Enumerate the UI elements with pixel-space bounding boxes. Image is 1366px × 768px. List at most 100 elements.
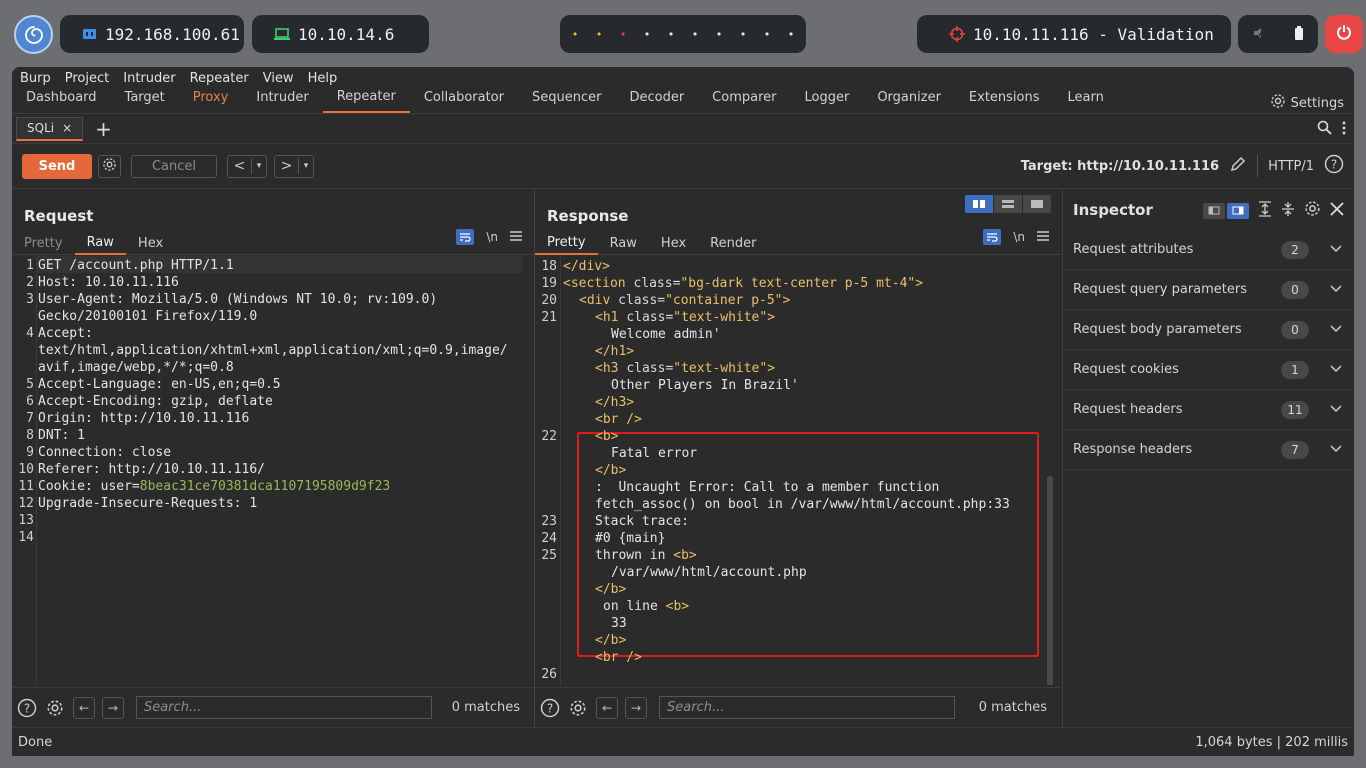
tab-organizer[interactable]: Organizer: [863, 88, 955, 113]
help-icon[interactable]: ?: [539, 697, 561, 719]
workspace-dot[interactable]: •: [659, 28, 683, 41]
previous-match-arrow-icon[interactable]: ←: [73, 696, 95, 719]
tab-dashboard[interactable]: Dashboard: [12, 88, 111, 113]
expand-all-icon[interactable]: [1258, 200, 1272, 221]
chevron-down-icon[interactable]: [1330, 402, 1342, 417]
menu-repeater[interactable]: Repeater: [190, 71, 249, 86]
previous-request-button[interactable]: < ▾: [227, 154, 267, 178]
tab-collaborator[interactable]: Collaborator: [410, 88, 518, 113]
workspace-switcher[interactable]: • • • • • • • • • •: [560, 15, 806, 53]
workspace-dot[interactable]: •: [611, 28, 635, 41]
next-request-button[interactable]: > ▾: [274, 154, 314, 178]
tab-decoder[interactable]: Decoder: [615, 88, 698, 113]
request-tab-pretty[interactable]: Pretty: [12, 232, 75, 255]
tab-logger[interactable]: Logger: [791, 88, 864, 113]
search-icon[interactable]: [1317, 120, 1332, 139]
collapse-all-icon[interactable]: [1281, 201, 1295, 221]
hamburger-menu-icon[interactable]: [510, 230, 522, 245]
workspace-dot[interactable]: •: [563, 28, 587, 41]
tab-extensions[interactable]: Extensions: [955, 88, 1054, 113]
tab-learn[interactable]: Learn: [1054, 88, 1118, 113]
tab-intruder[interactable]: Intruder: [242, 88, 322, 113]
gear-icon[interactable]: [44, 697, 66, 719]
response-search-input[interactable]: [659, 696, 955, 719]
chevron-down-icon[interactable]: [1330, 442, 1342, 457]
workspace-dot[interactable]: •: [731, 28, 755, 41]
menu-burp[interactable]: Burp: [20, 71, 51, 86]
os-menu-icon[interactable]: [14, 15, 53, 54]
chevron-down-icon[interactable]: [1330, 362, 1342, 377]
repeater-tab-sqli[interactable]: SQLi ×: [16, 116, 84, 141]
edit-target-icon[interactable]: [1229, 155, 1247, 177]
tab-target[interactable]: Target: [111, 88, 179, 113]
inspector-section[interactable]: Request attributes 2: [1063, 230, 1354, 270]
code-token: Upgrade-Insecure-Requests:: [38, 496, 250, 511]
close-icon[interactable]: [1330, 201, 1344, 220]
close-icon[interactable]: ×: [62, 121, 72, 135]
add-tab-button[interactable]: +: [95, 117, 112, 141]
workspace-dot[interactable]: •: [587, 28, 611, 41]
tab-proxy[interactable]: Proxy: [179, 88, 243, 113]
response-tab-hex[interactable]: Hex: [649, 232, 698, 255]
tab-repeater[interactable]: Repeater: [322, 88, 410, 113]
response-tab-pretty[interactable]: Pretty: [535, 232, 598, 255]
battery-icon[interactable]: [1294, 25, 1304, 44]
show-newlines-toggle[interactable]: \n: [486, 230, 498, 244]
menu-view[interactable]: View: [263, 71, 294, 86]
single-pane-icon[interactable]: [1023, 195, 1051, 213]
code-token: on line: [603, 599, 666, 614]
workspace-dot[interactable]: •: [683, 28, 707, 41]
send-button[interactable]: Send: [22, 153, 92, 179]
workspace-dot[interactable]: •: [779, 28, 803, 41]
previous-match-arrow-icon[interactable]: ←: [596, 696, 618, 719]
help-icon[interactable]: ?: [1324, 154, 1344, 178]
inspector-layout-icon[interactable]: [1227, 202, 1249, 219]
settings-button[interactable]: Settings: [1270, 93, 1344, 113]
hamburger-menu-icon[interactable]: [1037, 230, 1049, 245]
workspace-dot[interactable]: •: [707, 28, 731, 41]
split-vertical-icon[interactable]: [994, 195, 1022, 213]
volume-muted-icon[interactable]: [1252, 25, 1266, 44]
response-editor[interactable]: 1718</div>19<section class="bg-dark text…: [535, 256, 1061, 685]
split-horizontal-icon[interactable]: [965, 195, 993, 213]
chevron-down-icon[interactable]: ▾: [299, 161, 313, 171]
request-editor[interactable]: 1 GET /account.php HTTP/1.1 2 Host: 10.10.1…: [12, 256, 534, 685]
code-token: </h3>: [595, 395, 635, 410]
inspector-section[interactable]: Request body parameters 0: [1063, 310, 1354, 350]
inspector-section[interactable]: Request cookies 1: [1063, 350, 1354, 390]
request-tab-raw[interactable]: Raw: [74, 232, 126, 255]
menu-help[interactable]: Help: [308, 71, 338, 86]
response-tab-render[interactable]: Render: [698, 232, 768, 255]
power-button[interactable]: [1325, 15, 1363, 53]
help-icon[interactable]: ?: [16, 697, 38, 719]
workspace-dot[interactable]: •: [635, 28, 659, 41]
inspector-section[interactable]: Request headers 11: [1063, 390, 1354, 430]
kebab-menu-icon[interactable]: [1342, 121, 1346, 139]
chevron-down-icon[interactable]: [1330, 322, 1342, 337]
inspector-section[interactable]: Request query parameters 0: [1063, 270, 1354, 310]
http-version-label[interactable]: HTTP/1: [1268, 159, 1314, 174]
gear-icon[interactable]: [1304, 200, 1321, 221]
workspace-dot[interactable]: •: [755, 28, 779, 41]
inspector-layout-icon[interactable]: [1203, 202, 1225, 219]
chevron-down-icon[interactable]: [1330, 282, 1342, 297]
tab-comparer[interactable]: Comparer: [698, 88, 790, 113]
request-settings-button[interactable]: [98, 154, 121, 178]
request-tab-hex[interactable]: Hex: [126, 232, 175, 255]
chevron-down-icon[interactable]: ▾: [252, 161, 266, 171]
inspector-section[interactable]: Response headers 7: [1063, 430, 1354, 470]
gear-icon[interactable]: [567, 697, 589, 719]
wrap-lines-icon[interactable]: [456, 229, 475, 245]
wrap-lines-icon[interactable]: [983, 229, 1002, 245]
show-newlines-toggle[interactable]: \n: [1013, 230, 1025, 244]
response-scrollbar[interactable]: [1047, 476, 1053, 685]
menu-project[interactable]: Project: [65, 71, 109, 86]
next-match-arrow-icon[interactable]: →: [625, 696, 647, 719]
cancel-button[interactable]: Cancel: [131, 154, 217, 178]
menu-intruder[interactable]: Intruder: [123, 71, 175, 86]
next-match-arrow-icon[interactable]: →: [102, 696, 124, 719]
request-search-input[interactable]: [136, 696, 432, 719]
chevron-down-icon[interactable]: [1330, 242, 1342, 257]
tab-sequencer[interactable]: Sequencer: [518, 88, 615, 113]
response-tab-raw[interactable]: Raw: [598, 232, 649, 255]
